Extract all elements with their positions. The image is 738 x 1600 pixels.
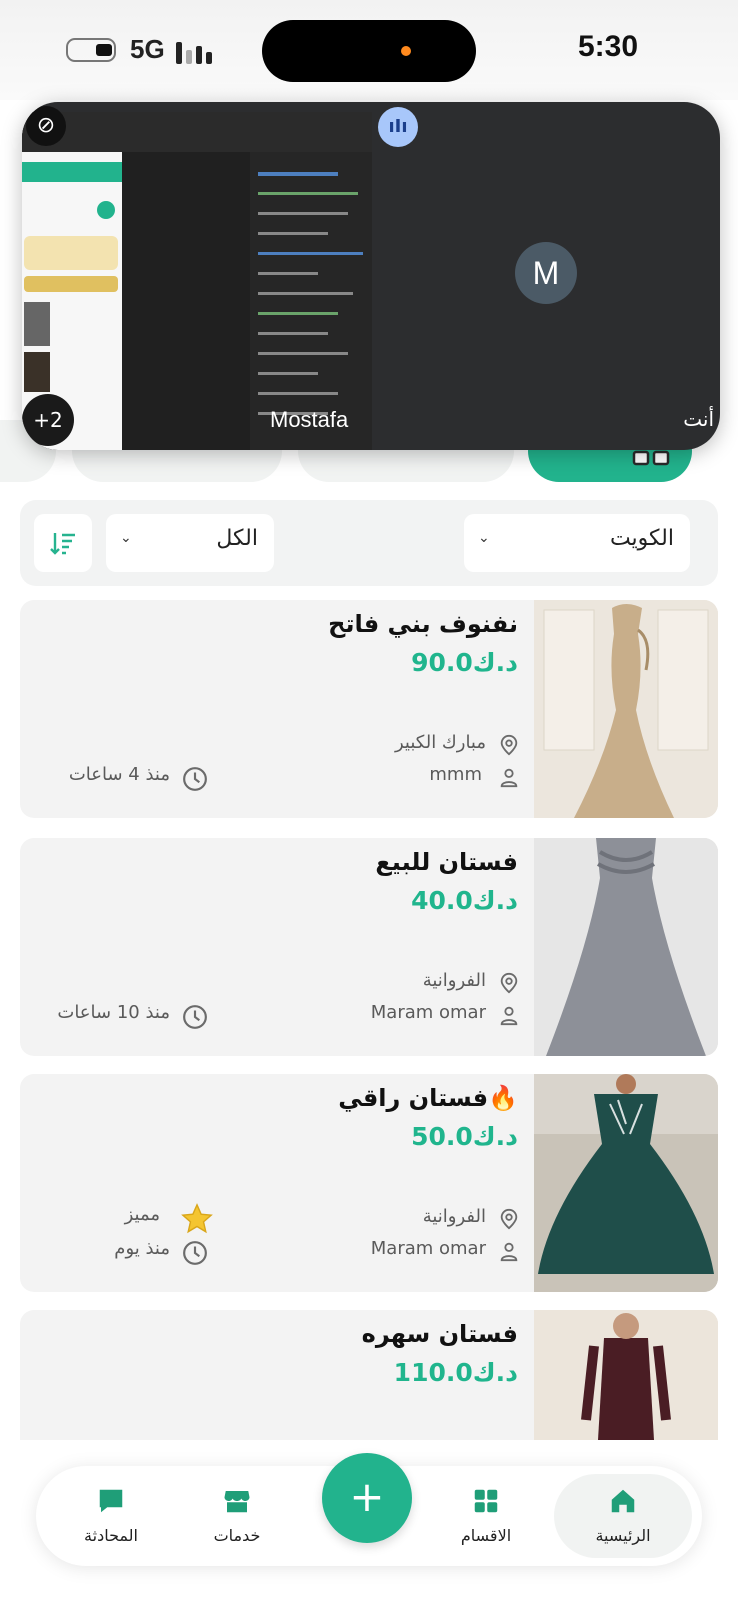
- nav-sections[interactable]: الاقسام: [428, 1466, 544, 1566]
- sort-icon: [50, 533, 75, 555]
- location-pin-icon: [500, 972, 518, 994]
- nav-home-label: الرئيسية: [595, 1526, 651, 1545]
- nav-home[interactable]: الرئيسية: [564, 1466, 682, 1566]
- listing-time: منذ 10 ساعات: [57, 1002, 170, 1023]
- featured-badge: مميز: [124, 1204, 160, 1225]
- participant-avatar: M: [515, 242, 577, 304]
- listing-card[interactable]: فستان للبيع 40.0د.ك الفروانية Maram omar…: [20, 838, 718, 1056]
- listing-price: 110.0د.ك: [393, 1358, 518, 1387]
- extra-participants-badge[interactable]: +2: [22, 394, 74, 446]
- sort-button[interactable]: [34, 514, 92, 572]
- filter-bar: الكويت ⌄ الكل ⌄: [20, 500, 718, 586]
- clock: 5:30: [577, 30, 638, 63]
- user-icon: [500, 1242, 518, 1262]
- listing-card[interactable]: فستان سهره 110.0د.ك: [20, 1310, 718, 1440]
- chat-icon: [99, 1489, 123, 1513]
- self-label: أنت: [683, 407, 714, 431]
- nav-chat[interactable]: المحادثة: [48, 1466, 174, 1566]
- clock-icon: [183, 767, 207, 791]
- listing-price: 90.0د.ك: [411, 648, 518, 677]
- listing-user: mmm: [429, 764, 482, 785]
- clock-icon: [183, 1005, 207, 1029]
- region-value: الكويت: [609, 526, 674, 551]
- listing-title: فستان سهره: [361, 1320, 518, 1348]
- clock-icon: [183, 1241, 207, 1265]
- status-bar: 5G 5:30: [0, 0, 738, 100]
- star-icon: [181, 1203, 213, 1234]
- listing-location: مبارك الكبير: [394, 732, 486, 753]
- voice-activity-icon: ıIı: [378, 107, 418, 147]
- participant-name: Mostafa: [270, 407, 349, 432]
- user-icon: [500, 1006, 518, 1026]
- location-pin-icon: [500, 734, 518, 756]
- listing-time: منذ 4 ساعات: [68, 764, 170, 785]
- listing-image[interactable]: [534, 600, 718, 818]
- listing-location: الفروانية: [422, 970, 486, 991]
- dynamic-island: [262, 20, 476, 82]
- listing-price: 40.0د.ك: [411, 886, 518, 915]
- listing-price: 50.0د.ك: [411, 1122, 518, 1151]
- category-value: الكل: [216, 526, 258, 551]
- home-icon: [611, 1489, 635, 1513]
- screen-share-preview: [22, 112, 372, 450]
- listing-image[interactable]: [534, 1074, 718, 1292]
- listing-title: فستان للبيع: [375, 848, 518, 876]
- listing-image[interactable]: [534, 1310, 718, 1440]
- listing-time: منذ يوم: [114, 1238, 170, 1259]
- location-pin-icon: [500, 1208, 518, 1230]
- listing-card[interactable]: فستان راقي🔥 50.0د.ك الفروانية Maram omar…: [20, 1074, 718, 1292]
- region-dropdown[interactable]: الكويت ⌄: [464, 514, 690, 572]
- listing-title: فستان راقي🔥: [338, 1084, 518, 1112]
- add-listing-button[interactable]: +: [322, 1453, 412, 1543]
- listing-user: Maram omar: [370, 1238, 486, 1259]
- chevron-down-icon: ⌄: [120, 530, 132, 546]
- listing-image[interactable]: [534, 838, 718, 1056]
- battery-icon: [66, 38, 116, 62]
- category-dropdown[interactable]: الكل ⌄: [106, 514, 274, 572]
- nav-chat-label: المحادثة: [84, 1526, 138, 1545]
- nav-services-label: خدمات: [213, 1526, 261, 1545]
- nav-sections-label: الاقسام: [460, 1526, 512, 1545]
- store-icon: [224, 1491, 250, 1513]
- video-call-overlay[interactable]: ⊘ ıIı +2 Mostafa M أنت: [22, 102, 720, 450]
- network-type: 5G: [130, 34, 165, 64]
- listing-location: الفروانية: [422, 1206, 486, 1227]
- grid-icon: [474, 1489, 498, 1513]
- mic-off-icon: ⊘: [26, 106, 66, 146]
- listing-title: نفنوف بني فاتح: [328, 610, 518, 638]
- listing-user: Maram omar: [370, 1002, 486, 1023]
- listing-card[interactable]: نفنوف بني فاتح 90.0د.ك مبارك الكبير mmm …: [20, 600, 718, 818]
- signal-icon: [176, 38, 216, 64]
- user-icon: [500, 768, 518, 788]
- nav-services[interactable]: خدمات: [178, 1466, 296, 1566]
- chevron-down-icon: ⌄: [478, 530, 490, 546]
